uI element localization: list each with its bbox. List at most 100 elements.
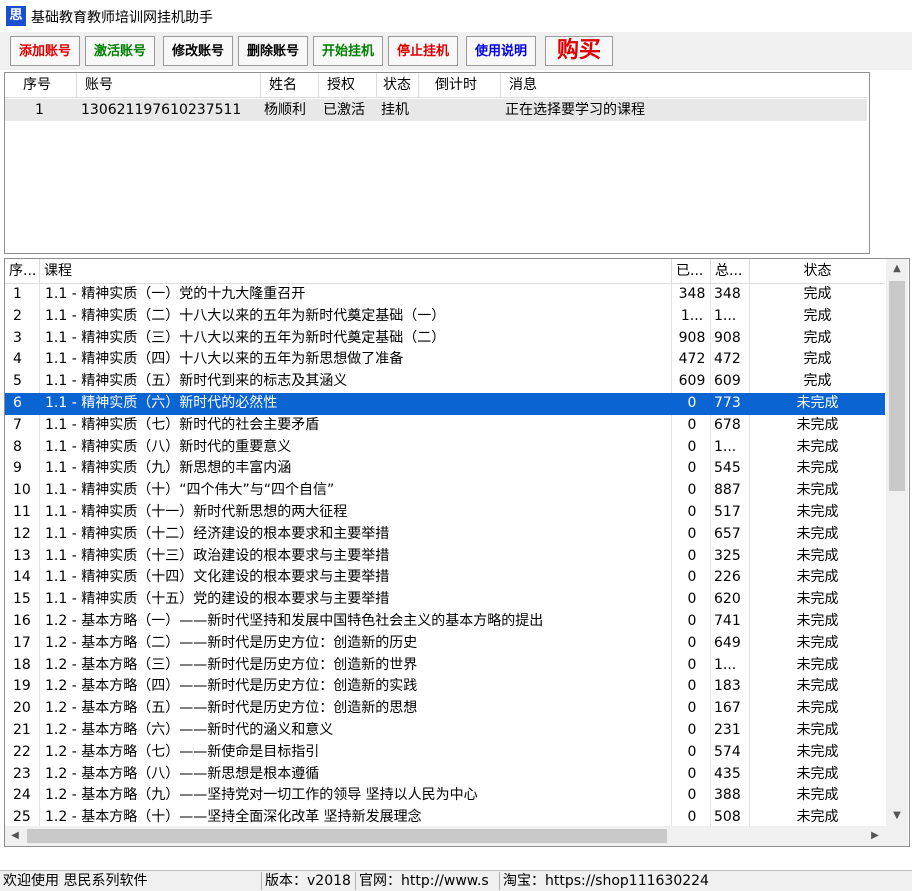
course-row[interactable]: 8 1.1 - 精神实质（八）新时代的重要意义 0 1... 未完成 [5, 437, 885, 459]
course-row[interactable]: 18 1.2 - 基本方略（三）——新时代是历史方位：创造新的世界 0 1... 未完成 [5, 655, 885, 677]
course-total: 773 [714, 395, 741, 411]
course-row[interactable]: 12 1.1 - 精神实质（十二）经济建设的根本要求和主要举措 0 657 未完成 [5, 524, 885, 546]
course-row[interactable]: 11 1.1 - 精神实质（十一）新时代新思想的两大征程 0 517 未完成 [5, 502, 885, 524]
course-row[interactable]: 13 1.1 - 精神实质（十三）政治建设的根本要求与主要举措 0 325 未完成 [5, 546, 885, 568]
scroll-down-icon[interactable]: ▼ [886, 806, 908, 826]
course-done: 0 [687, 591, 697, 608]
course-done: 0 [687, 460, 697, 477]
course-row[interactable]: 1 1.1 - 精神实质（一）党的十九大隆重召开 348 348 完成 [5, 284, 885, 306]
course-title: 1.2 - 基本方略（七）——新使命是目标指引 [45, 743, 320, 760]
help-button[interactable]: 使用说明 [466, 36, 536, 66]
status-welcome: 欢迎使用 思民系列软件 [0, 872, 262, 890]
account-table: 序号 账号 姓名 授权 状态 倒计时 消息 1 1306211976102375… [4, 72, 870, 254]
course-status: 完成 [803, 307, 832, 324]
course-title: 1.1 - 精神实质（四）十八大以来的五年为新思想做了准备 [45, 351, 404, 368]
course-total: 609 [714, 373, 741, 390]
course-status: 完成 [803, 351, 832, 368]
course-done: 0 [687, 395, 697, 411]
course-row[interactable]: 22 1.2 - 基本方略（七）——新使命是目标指引 0 574 未完成 [5, 742, 885, 764]
course-index: 23 [13, 765, 31, 782]
header-message[interactable]: 消息 [501, 73, 867, 97]
course-status: 未完成 [796, 547, 839, 564]
buy-button[interactable]: 购买 [545, 36, 613, 66]
course-index: 1 [13, 286, 22, 302]
course-row[interactable]: 5 1.1 - 精神实质（五）新时代到来的标志及其涵义 609 609 完成 [5, 371, 885, 393]
scroll-right-icon[interactable]: ▶ [865, 826, 885, 846]
course-title: 1.1 - 精神实质（十四）文化建设的根本要求与主要举措 [45, 569, 390, 586]
stop-hangup-button[interactable]: 停止挂机 [388, 36, 458, 66]
course-total: 472 [714, 351, 741, 368]
course-index: 4 [13, 351, 22, 368]
course-index: 12 [13, 525, 31, 542]
course-index: 24 [13, 787, 31, 804]
course-row[interactable]: 2 1.1 - 精神实质（二）十八大以来的五年为新时代奠定基础（一） 1... 1..… [5, 306, 885, 328]
course-row[interactable]: 14 1.1 - 精神实质（十四）文化建设的根本要求与主要举措 0 226 未完成 [5, 567, 885, 589]
start-hangup-button[interactable]: 开始挂机 [313, 36, 383, 66]
header-course-status[interactable]: 状态 [750, 259, 885, 283]
course-done: 0 [687, 787, 697, 804]
course-row[interactable]: 6 1.1 - 精神实质（六）新时代的必然性 0 773 未完成 [5, 393, 885, 415]
course-total: 435 [714, 765, 741, 782]
course-index: 5 [13, 373, 22, 390]
course-index: 22 [13, 743, 31, 760]
course-title: 1.1 - 精神实质（十）“四个伟大”与“四个自信” [45, 482, 335, 499]
vertical-scroll-thumb[interactable] [889, 281, 905, 491]
scroll-left-icon[interactable]: ◀ [5, 826, 25, 846]
course-status: 未完成 [796, 525, 839, 542]
course-status: 未完成 [796, 765, 839, 782]
header-countdown[interactable]: 倒计时 [419, 73, 501, 97]
course-row[interactable]: 15 1.1 - 精神实质（十五）党的建设的根本要求与主要举措 0 620 未完成 [5, 589, 885, 611]
header-course[interactable]: 课程 [40, 259, 672, 283]
add-account-button[interactable]: 添加账号 [10, 36, 80, 66]
course-row[interactable]: 21 1.2 - 基本方略（六）——新时代的涵义和意义 0 231 未完成 [5, 720, 885, 742]
account-row[interactable]: 1 130621197610237511 杨顺利 已激活 挂机 正在选择要学习的… [5, 99, 867, 121]
header-course-index[interactable]: 序... [5, 259, 40, 283]
course-title: 1.1 - 精神实质（二）十八大以来的五年为新时代奠定基础（一） [45, 307, 446, 324]
course-row[interactable]: 7 1.1 - 精神实质（七）新时代的社会主要矛盾 0 678 未完成 [5, 415, 885, 437]
header-status[interactable]: 状态 [377, 73, 419, 97]
course-total: 1... [714, 656, 737, 673]
window-title: 基础教育教师培训网挂机助手 [31, 10, 213, 26]
course-index: 19 [13, 678, 31, 695]
course-row[interactable]: 9 1.1 - 精神实质（九）新思想的丰富内涵 0 545 未完成 [5, 458, 885, 480]
header-account[interactable]: 账号 [77, 73, 261, 97]
activate-account-button[interactable]: 激活账号 [85, 36, 155, 66]
course-status: 未完成 [796, 482, 839, 499]
course-title: 1.1 - 精神实质（十一）新时代新思想的两大征程 [45, 504, 348, 520]
course-index: 10 [13, 482, 31, 499]
course-row[interactable]: 24 1.2 - 基本方略（九）——坚持党对一切工作的领导 坚持以人民为中心 0 38… [5, 785, 885, 807]
course-row[interactable]: 19 1.2 - 基本方略（四）——新时代是历史方位：创造新的实践 0 183 未完成 [5, 676, 885, 698]
header-total[interactable]: 总... [711, 259, 750, 283]
course-row[interactable]: 4 1.1 - 精神实质（四）十八大以来的五年为新思想做了准备 472 472 完成 [5, 349, 885, 371]
horizontal-scroll-thumb[interactable] [27, 829, 667, 843]
course-status: 未完成 [796, 591, 839, 608]
course-title: 1.2 - 基本方略（六）——新时代的涵义和意义 [45, 722, 334, 738]
course-title: 1.1 - 精神实质（八）新时代的重要意义 [45, 438, 292, 455]
header-index[interactable]: 序号 [5, 73, 77, 97]
course-done: 0 [687, 438, 697, 455]
horizontal-scrollbar[interactable]: ◀ ▶ [5, 826, 886, 846]
course-total: 657 [714, 525, 741, 542]
header-auth[interactable]: 授权 [319, 73, 377, 97]
header-done[interactable]: 已... [672, 259, 711, 283]
course-total: 1... [714, 438, 737, 455]
course-row[interactable]: 3 1.1 - 精神实质（三）十八大以来的五年为新时代奠定基础（二） 908 908 完… [5, 328, 885, 350]
course-row[interactable]: 16 1.2 - 基本方略（一）——新时代坚持和发展中国特色社会主义的基本方略的提… [5, 611, 885, 633]
vertical-scrollbar[interactable]: ▲ ▼ [886, 259, 908, 846]
course-row[interactable]: 20 1.2 - 基本方略（五）——新时代是历史方位：创造新的思想 0 167 未完成 [5, 698, 885, 720]
course-index: 17 [13, 634, 31, 651]
course-table-header: 序... 课程 已... 总... 状态 [5, 259, 885, 284]
scroll-up-icon[interactable]: ▲ [886, 259, 908, 279]
course-status: 未完成 [796, 634, 839, 651]
delete-account-button[interactable]: 删除账号 [238, 36, 308, 66]
course-total: 226 [714, 569, 741, 586]
course-index: 11 [13, 504, 31, 520]
course-title: 1.1 - 精神实质（十三）政治建设的根本要求与主要举措 [45, 547, 390, 564]
course-done: 0 [687, 482, 697, 499]
course-row[interactable]: 17 1.2 - 基本方略（二）——新时代是历史方位：创造新的历史 0 649 未完成 [5, 633, 885, 655]
edit-account-button[interactable]: 修改账号 [163, 36, 233, 66]
course-row[interactable]: 23 1.2 - 基本方略（八）——新思想是根本遵循 0 435 未完成 [5, 764, 885, 786]
course-status: 未完成 [796, 395, 839, 411]
header-name[interactable]: 姓名 [261, 73, 319, 97]
course-row[interactable]: 10 1.1 - 精神实质（十）“四个伟大”与“四个自信” 0 887 未完成 [5, 480, 885, 502]
